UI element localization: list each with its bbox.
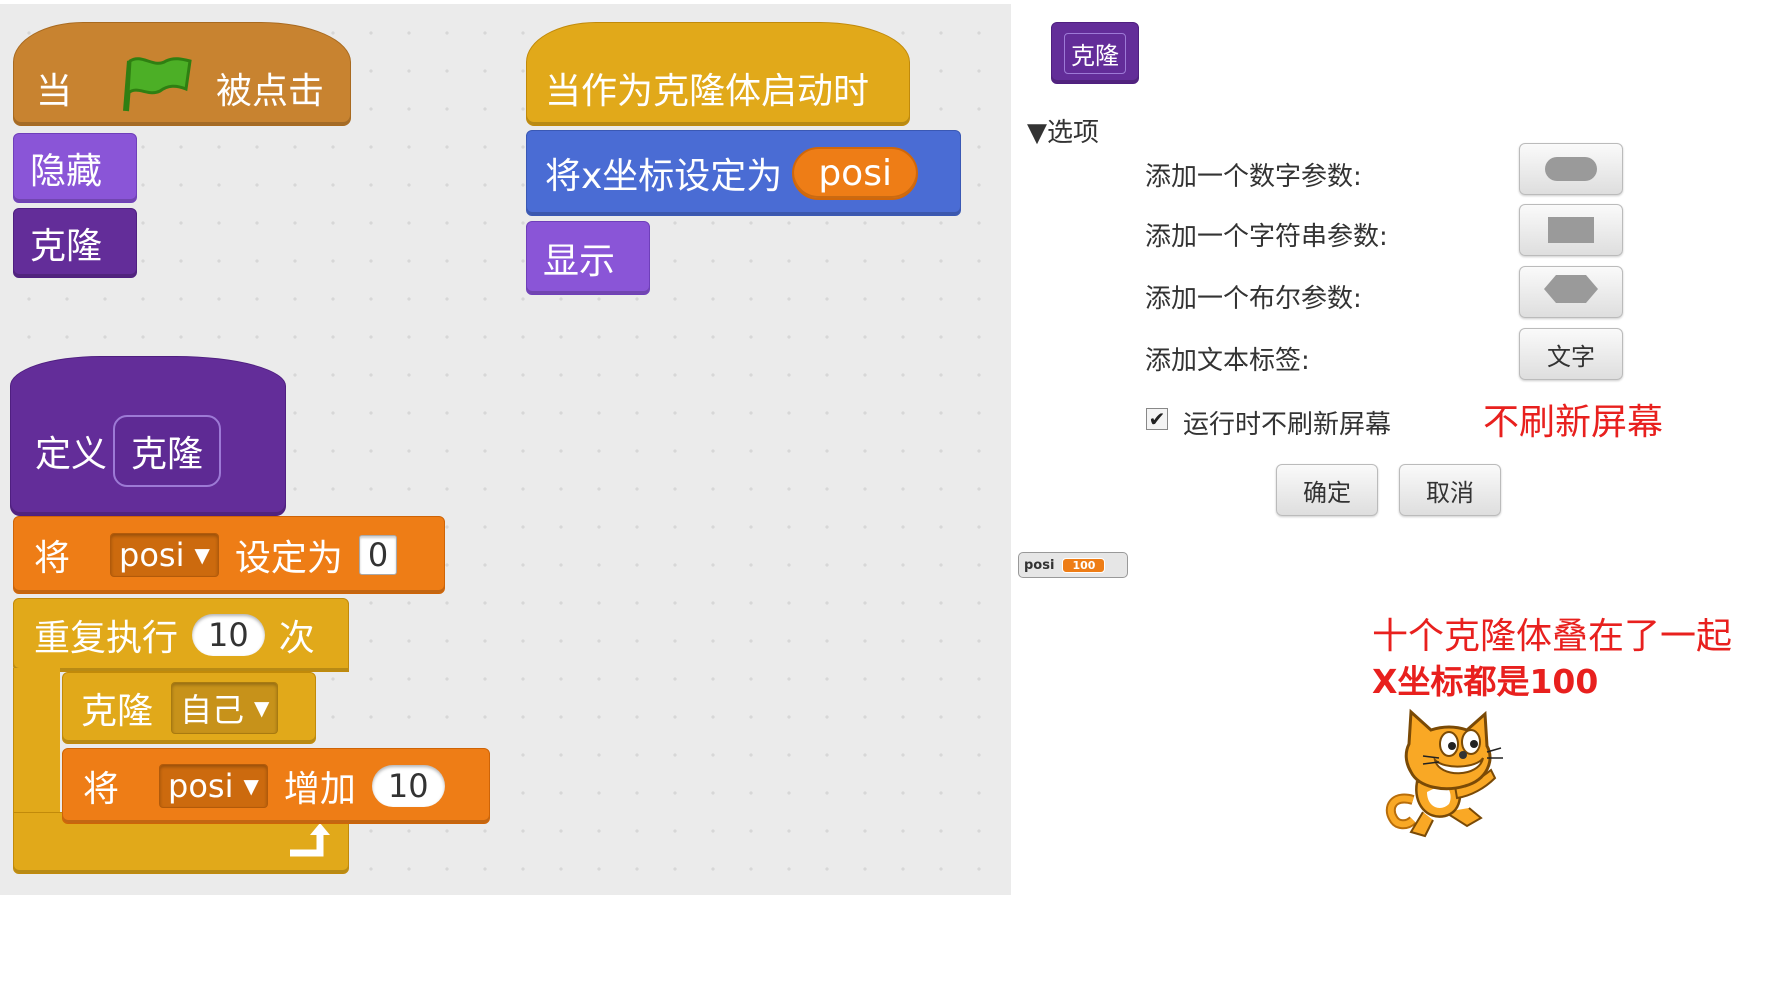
change-variable-name: posi [168, 767, 234, 805]
chevron-down-icon: ▼ [194, 543, 210, 567]
set-to-label: 设定为 [234, 538, 343, 579]
add-number-button[interactable] [1519, 143, 1623, 195]
monitor-name: posi [1024, 557, 1055, 573]
when-flag-clicked-block[interactable]: 当 被点击 [13, 22, 351, 126]
string-slot-icon [1548, 217, 1594, 243]
repeat-label: 重复执行 [34, 618, 179, 659]
set-value-input[interactable]: 0 [358, 535, 398, 575]
clone-hat-label: 当作为克隆体启动时 [545, 71, 870, 112]
add-label-button[interactable]: 文字 [1519, 328, 1623, 380]
run-without-refresh-label: 运行时不刷新屏幕 [1183, 410, 1392, 440]
set-x-block[interactable]: 将x坐标设定为 posi [526, 130, 961, 216]
variable-monitor[interactable]: posi 100 [1018, 552, 1128, 578]
clone-label: 克隆 [81, 691, 154, 732]
block-preview-label: 克隆 [1064, 32, 1126, 74]
cancel-button[interactable]: 取消 [1399, 464, 1501, 516]
add-number-label: 添加一个数字参数: [1145, 162, 1362, 192]
number-slot-icon [1545, 157, 1597, 181]
scratch-cat-icon[interactable] [1383, 708, 1515, 844]
change-variable-block[interactable]: 将 posi ▼ 增加 10 [62, 748, 490, 824]
repeat-suffix-label: 次 [278, 618, 315, 659]
set-prefix-label: 将 [34, 538, 71, 579]
repeat-top: 重复执行 10 次 [13, 598, 349, 672]
clone-self-block[interactable]: 克隆 自己 ▼ [62, 672, 316, 744]
clone-call-label: 克隆 [30, 226, 103, 267]
show-label: 显示 [543, 241, 616, 282]
when-start-as-clone-block[interactable]: 当作为克隆体启动时 [526, 22, 910, 126]
hat-when-label: 当 [36, 71, 73, 112]
clone-target-dropdown[interactable]: 自己 ▼ [171, 682, 279, 734]
show-block[interactable]: 显示 [526, 221, 650, 295]
monitor-value: 100 [1062, 557, 1106, 573]
annotation-line2: X坐标都是100 [1372, 662, 1599, 701]
boolean-slot-icon [1544, 275, 1598, 309]
add-boolean-button[interactable] [1519, 266, 1623, 318]
annotation-line1: 十个克隆体叠在了一起 [1372, 616, 1733, 657]
repeat-arm [13, 668, 60, 818]
set-variable-block[interactable]: 将 posi ▼ 设定为 0 [13, 516, 445, 594]
change-prefix-label: 将 [83, 769, 120, 810]
add-boolean-label: 添加一个布尔参数: [1145, 284, 1362, 314]
clone-target-name: 自己 [180, 691, 245, 729]
block-preview: 克隆 [1051, 22, 1139, 84]
change-by-label: 增加 [283, 769, 356, 810]
run-without-refresh-checkbox[interactable]: ✔ [1146, 408, 1168, 430]
annotation-no-refresh: 不刷新屏幕 [1483, 402, 1664, 443]
define-prototype[interactable]: 克隆 [113, 415, 222, 487]
add-string-button[interactable] [1519, 204, 1623, 256]
set-variable-dropdown[interactable]: posi ▼ [110, 533, 219, 577]
chevron-down-icon: ▼ [243, 774, 259, 798]
add-string-label: 添加一个字符串参数: [1145, 222, 1388, 252]
green-flag-icon [120, 55, 192, 122]
chevron-down-icon: ▼ [254, 696, 270, 720]
define-label: 定义 [35, 434, 108, 475]
repeat-count-input[interactable]: 10 [192, 614, 265, 656]
hide-block[interactable]: 隐藏 [13, 133, 137, 203]
set-variable-name: posi [119, 536, 185, 574]
define-block[interactable]: 定义 克隆 [10, 356, 286, 516]
ok-button[interactable]: 确定 [1276, 464, 1378, 516]
change-variable-dropdown[interactable]: posi ▼ [159, 764, 268, 808]
posi-reporter[interactable]: posi [792, 146, 918, 200]
checkmark-icon: ✔ [1148, 407, 1166, 431]
script-area[interactable]: 当 被点击 隐藏 克隆 当作为克隆体启动时 将x坐标设定为 posi 显示 定义… [0, 4, 1011, 895]
hide-label: 隐藏 [30, 151, 103, 192]
loop-arrow-icon [286, 819, 336, 868]
options-toggle[interactable]: ▼选项 [1027, 112, 1099, 149]
hat-clicked-label: 被点击 [216, 71, 325, 112]
add-label-label: 添加文本标签: [1145, 346, 1310, 376]
change-value-input[interactable]: 10 [371, 765, 445, 807]
set-x-label: 将x坐标设定为 [545, 156, 783, 197]
clone-call-block[interactable]: 克隆 [13, 208, 137, 278]
